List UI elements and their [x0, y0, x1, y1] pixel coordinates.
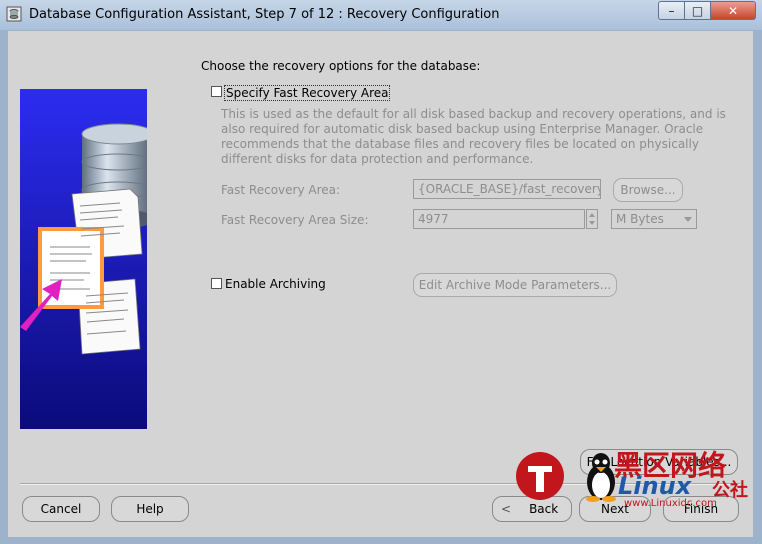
- file-location-variables-button[interactable]: File Location Variables...: [580, 449, 738, 475]
- title-bar[interactable]: Database Configuration Assistant, Step 7…: [0, 0, 762, 30]
- maximize-button[interactable]: □: [685, 1, 711, 20]
- dialog-content: Choose the recovery options for the data…: [8, 31, 753, 537]
- enable-archiving-checkbox[interactable]: [211, 278, 222, 289]
- footer-separator: [20, 483, 740, 485]
- browse-button[interactable]: Browse...: [613, 178, 683, 202]
- close-button[interactable]: ✕: [711, 1, 756, 20]
- fast-recovery-checkbox[interactable]: [211, 86, 222, 97]
- back-button-label: Back: [529, 502, 559, 516]
- enable-archiving-label[interactable]: Enable Archiving: [225, 277, 326, 291]
- size-unit-value: M Bytes: [616, 212, 664, 226]
- chevron-left-icon: <: [501, 502, 512, 516]
- minimize-button[interactable]: –: [658, 1, 685, 20]
- window-title: Database Configuration Assistant, Step 7…: [29, 7, 500, 22]
- database-app-icon: [6, 6, 22, 22]
- cancel-button[interactable]: Cancel: [22, 496, 100, 522]
- fast-recovery-area-label: Fast Recovery Area:: [221, 183, 341, 197]
- fast-recovery-size-label: Fast Recovery Area Size:: [221, 213, 369, 227]
- fast-recovery-size-field[interactable]: 4977: [413, 209, 585, 229]
- chevron-down-icon: [684, 217, 692, 222]
- size-unit-select[interactable]: M Bytes: [611, 209, 697, 229]
- help-button[interactable]: Help: [111, 496, 189, 522]
- page-heading: Choose the recovery options for the data…: [201, 59, 481, 73]
- edit-archive-mode-button[interactable]: Edit Archive Mode Parameters...: [413, 273, 617, 297]
- next-button[interactable]: Next: [579, 496, 651, 522]
- back-button[interactable]: < Back: [492, 496, 572, 522]
- fast-recovery-area-field[interactable]: {ORACLE_BASE}/fast_recovery_a: [413, 179, 601, 199]
- spinner-up-icon[interactable]: [589, 213, 595, 217]
- size-spinner[interactable]: [586, 209, 598, 229]
- recovery-illustration: [20, 89, 147, 429]
- fast-recovery-description: This is used as the default for all disk…: [221, 107, 726, 166]
- window-controls: – □ ✕: [658, 1, 756, 20]
- spinner-down-icon[interactable]: [589, 221, 595, 225]
- dbca-window: Database Configuration Assistant, Step 7…: [0, 0, 762, 544]
- fast-recovery-checkbox-label[interactable]: Specify Fast Recovery Area: [224, 85, 391, 101]
- finish-button[interactable]: Finish: [663, 496, 739, 522]
